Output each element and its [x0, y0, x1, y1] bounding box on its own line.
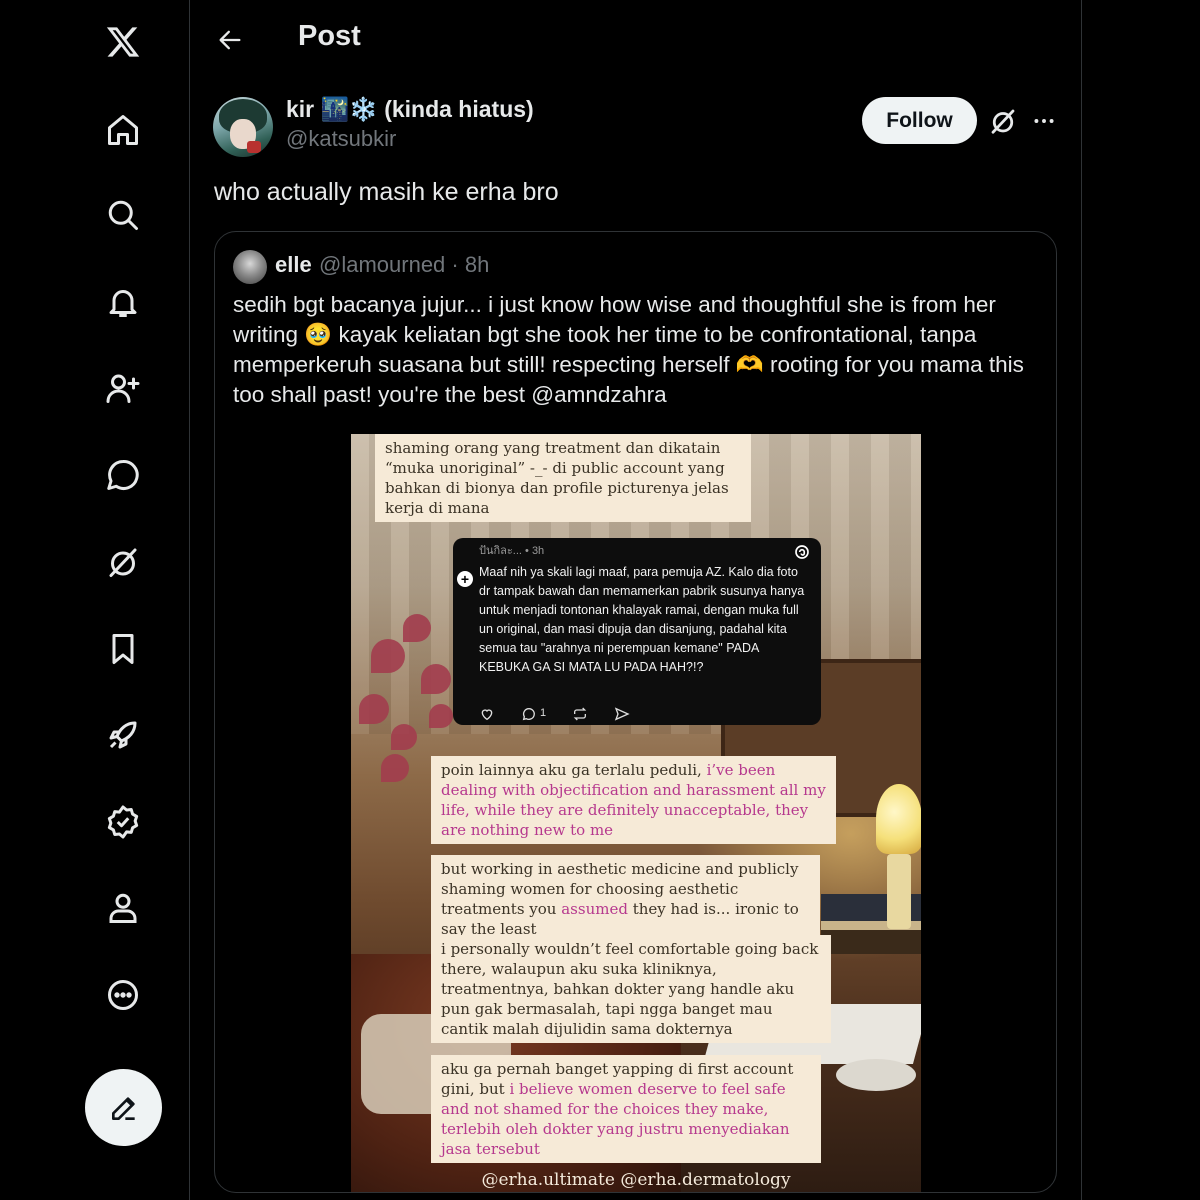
profile-icon[interactable] [97, 882, 149, 934]
reply-count: 1 [540, 707, 547, 719]
quoted-post[interactable]: elle @lamourned · 8h sedih bgt bacanya j… [214, 231, 1057, 1193]
threads-logo-icon [795, 545, 809, 559]
grok-button[interactable] [986, 104, 1020, 138]
page-title: Post [298, 20, 361, 52]
lamp-illustration [876, 784, 921, 854]
threads-follow-icon: + [457, 571, 473, 587]
threads-user: ปันกิละ... • 3h [479, 545, 545, 557]
home-icon[interactable] [97, 104, 149, 156]
notifications-icon[interactable] [97, 276, 149, 328]
search-icon[interactable] [97, 189, 149, 241]
follow-icon[interactable] [97, 362, 149, 414]
heart-icon [481, 708, 493, 720]
compose-button[interactable] [85, 1069, 162, 1146]
more-horizontal-icon [1034, 119, 1054, 123]
threads-body: Maaf nih ya skali lagi maaf, para pemuja… [479, 565, 805, 674]
quote-text: sedih bgt bacanya jujur... i just know h… [233, 292, 1024, 407]
quote-author-name: elle [275, 252, 312, 277]
bookmarks-icon[interactable] [97, 623, 149, 675]
author-name[interactable]: kir 🌃❄️ (kinda hiatus) [286, 96, 534, 123]
more-options-button[interactable] [1026, 104, 1062, 138]
quote-avatar[interactable] [233, 250, 267, 284]
messages-icon[interactable] [97, 449, 149, 501]
grok-icon [991, 109, 1015, 134]
post-text: who actually masih ke erha bro [214, 178, 559, 206]
compose-icon [111, 1096, 135, 1120]
back-arrow-icon [219, 30, 241, 50]
author-handle[interactable]: @katsubkir [286, 126, 396, 152]
caption-2: poin lainnya aku ga terlalu peduli, i’ve… [431, 756, 836, 844]
follow-button[interactable]: Follow [862, 97, 977, 144]
verified-icon[interactable] [97, 796, 149, 848]
reply-icon [522, 707, 535, 720]
x-logo-icon[interactable] [97, 16, 149, 68]
image-footer-handles: @erha.ultimate @erha.dermatology [481, 1170, 791, 1190]
share-icon [614, 706, 630, 721]
grok-icon[interactable] [97, 536, 149, 588]
caption-top: shaming orang yang treatment dan dikatai… [375, 434, 751, 522]
threads-actions: 1 [479, 704, 630, 723]
threads-screenshot: ปันกิละ... • 3h + Maaf nih ya skali lagi… [453, 538, 821, 725]
caption-5: aku ga pernah banget yapping di first ac… [431, 1055, 821, 1163]
avatar[interactable] [213, 97, 273, 157]
quote-image[interactable]: shaming orang yang treatment dan dikatai… [351, 434, 921, 1192]
caption-4: i personally wouldn’t feel comfortable g… [431, 935, 831, 1043]
top-bar: Post [190, 0, 1082, 78]
more-icon[interactable] [97, 969, 149, 1021]
back-button[interactable] [210, 20, 250, 60]
premium-rocket-icon[interactable] [97, 709, 149, 761]
repost-icon [573, 707, 587, 720]
caption-3: but working in aesthetic medicine and pu… [431, 855, 820, 943]
quote-handle-time: @lamourned · 8h [319, 252, 490, 277]
sidebar-nav [0, 0, 190, 1200]
